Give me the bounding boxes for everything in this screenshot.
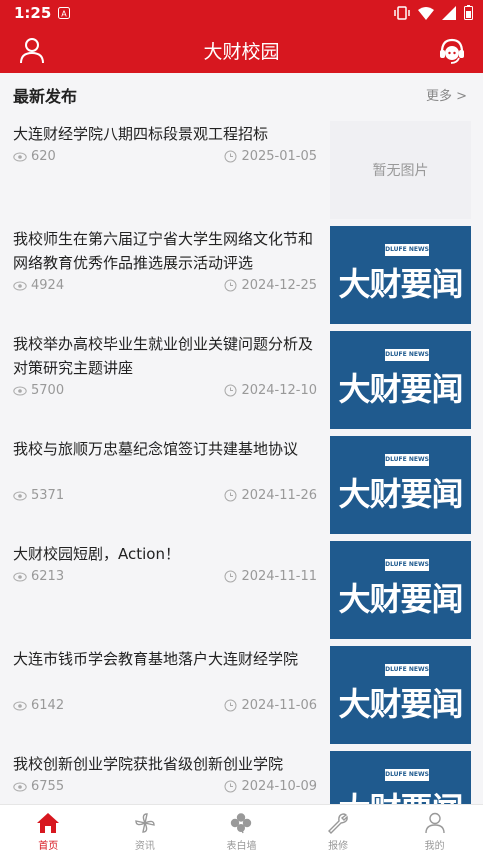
view-count: 6213	[31, 569, 65, 584]
tab-label: 资讯	[134, 841, 155, 852]
news-tag: DLUFE NEWS	[385, 454, 429, 466]
news-title: 我校举办高校毕业生就业创业关键问题分析及对策研究主题讲座	[13, 335, 314, 377]
news-title: 大财校园短剧，Action！	[13, 545, 180, 563]
news-thumbnail: DLUFE NEWS 大财要闻	[330, 331, 471, 429]
tab-confession-wall[interactable]: 表白墙	[193, 805, 290, 860]
clock-icon	[224, 699, 237, 712]
news-item[interactable]: 大财校园短剧，Action！ 6213 2024-11-11 DLUFE NEW…	[0, 538, 483, 639]
tab-news[interactable]: 资讯	[97, 805, 194, 860]
bottom-tab-bar: 首页 资讯 表白墙 报修 我的	[0, 804, 483, 860]
pinwheel-icon	[135, 813, 155, 833]
news-tag: DLUFE NEWS	[385, 349, 429, 361]
news-headline: 大财要闻	[338, 370, 463, 408]
eye-icon	[13, 152, 27, 161]
profile-icon	[424, 812, 445, 834]
view-count: 5371	[31, 488, 65, 503]
tab-repair[interactable]: 报修	[290, 805, 387, 860]
news-tag: DLUFE NEWS	[385, 559, 429, 571]
tab-label: 首页	[38, 841, 59, 852]
news-thumbnail: DLUFE NEWS 大财要闻	[330, 226, 471, 324]
clock-icon	[224, 570, 237, 583]
battery-icon	[464, 5, 473, 20]
publish-date: 2025-01-05	[241, 149, 317, 164]
news-item[interactable]: 我校与旅顺万忠墓纪念馆签订共建基地协议 5371 2024-11-26 DLUF…	[0, 433, 483, 534]
news-headline: 大财要闻	[338, 265, 463, 303]
news-thumbnail: DLUFE NEWS 大财要闻	[330, 541, 471, 639]
wifi-icon	[418, 6, 434, 20]
publish-date: 2024-11-11	[241, 569, 317, 584]
news-item[interactable]: 我校师生在第六届辽宁省大学生网络文化节和网络教育优秀作品推选展示活动评选 492…	[0, 223, 483, 324]
notification-a-icon: A	[58, 7, 70, 19]
news-title: 我校创新创业学院获批省级创新创业学院	[13, 755, 284, 773]
news-tag: DLUFE NEWS	[385, 244, 429, 256]
view-count: 4924	[31, 278, 65, 293]
eye-icon	[13, 386, 27, 395]
support-headset-icon[interactable]	[437, 36, 467, 66]
vibrate-icon	[394, 5, 410, 20]
tab-profile[interactable]: 我的	[386, 805, 483, 860]
news-item[interactable]: 大连财经学院八期四标段景观工程招标 620 2025-01-05 暂无图片	[0, 118, 483, 219]
view-count: 6755	[31, 779, 65, 794]
news-headline: 大财要闻	[338, 580, 463, 618]
clock-icon	[224, 384, 237, 397]
eye-icon	[13, 491, 27, 500]
eye-icon	[13, 782, 27, 791]
news-title: 我校与旅顺万忠墓纪念馆签订共建基地协议	[13, 440, 299, 458]
section-header: 最新发布 更多 >	[0, 73, 483, 113]
publish-date: 2024-11-26	[241, 488, 317, 503]
news-title: 大连财经学院八期四标段景观工程招标	[13, 125, 269, 143]
signal-icon	[442, 5, 456, 20]
publish-date: 2024-10-09	[241, 779, 317, 794]
eye-icon	[13, 281, 27, 290]
news-item[interactable]: 我校举办高校毕业生就业创业关键问题分析及对策研究主题讲座 5700 2024-1…	[0, 328, 483, 429]
news-headline: 大财要闻	[338, 475, 463, 513]
more-link[interactable]: 更多 >	[426, 85, 467, 104]
publish-date: 2024-12-25	[241, 278, 317, 293]
section-title: 最新发布	[13, 87, 78, 106]
clover-icon	[231, 813, 252, 834]
tab-home[interactable]: 首页	[0, 805, 97, 860]
publish-date: 2024-11-06	[241, 698, 317, 713]
clock-icon	[224, 489, 237, 502]
publish-date: 2024-12-10	[241, 383, 317, 398]
view-count: 6142	[31, 698, 65, 713]
news-tag: DLUFE NEWS	[385, 769, 429, 781]
news-tag: DLUFE NEWS	[385, 664, 429, 676]
tab-label: 我的	[424, 841, 445, 852]
news-title: 大连市钱币学会教育基地落户大连财经学院	[13, 650, 299, 668]
app-header: 大财校园	[0, 27, 483, 73]
page-title: 大财校园	[203, 41, 280, 63]
no-image-placeholder: 暂无图片	[330, 121, 471, 219]
clock-icon	[224, 780, 237, 793]
news-headline: 大财要闻	[338, 685, 463, 723]
clock-icon	[224, 279, 237, 292]
news-thumbnail: DLUFE NEWS 大财要闻	[330, 646, 471, 744]
home-icon	[37, 813, 60, 833]
view-count: 620	[31, 149, 56, 164]
eye-icon	[13, 701, 27, 710]
view-count: 5700	[31, 383, 65, 398]
status-bar: 1:25 A	[0, 0, 483, 27]
news-item[interactable]: 大连市钱币学会教育基地落户大连财经学院 6142 2024-11-06 DLUF…	[0, 643, 483, 744]
wrench-icon	[328, 813, 348, 834]
tab-label: 报修	[328, 841, 349, 852]
tab-label: 表白墙	[226, 841, 257, 852]
svg-text:A: A	[61, 10, 67, 19]
news-thumbnail: DLUFE NEWS 大财要闻	[330, 436, 471, 534]
clock-icon	[224, 150, 237, 163]
status-time: 1:25	[14, 4, 52, 22]
eye-icon	[13, 572, 27, 581]
news-title: 我校师生在第六届辽宁省大学生网络文化节和网络教育优秀作品推选展示活动评选	[13, 230, 314, 272]
